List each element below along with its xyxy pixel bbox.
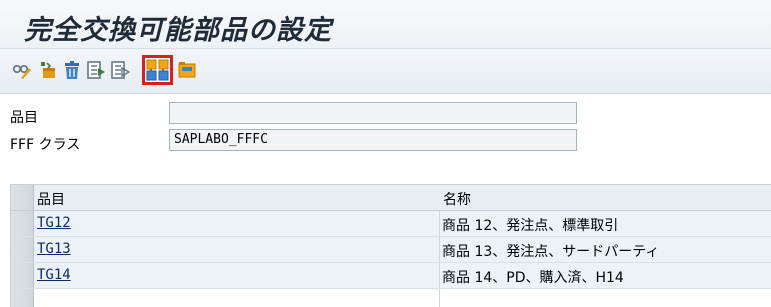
name-cell: 商品 12、発注点、標準取引 <box>440 211 771 236</box>
column-header-material[interactable]: 品目 <box>37 189 65 209</box>
table-row: TG14 商品 14、PD、購入済、H14 <box>11 263 771 289</box>
row-selector[interactable] <box>11 211 34 236</box>
display-change-icon[interactable] <box>12 60 32 80</box>
material-link[interactable]: TG12 <box>37 215 71 231</box>
material-cell: TG12 <box>34 211 440 236</box>
fff-class-input[interactable]: SAPLABO_FFFC <box>169 129 577 151</box>
table-row: TG13 商品 13、発注点、サードパーティ <box>11 237 771 263</box>
new-entries-icon[interactable] <box>38 60 58 80</box>
table-row: TG12 商品 12、発注点、標準取引 <box>11 211 771 237</box>
material-table: 品目 名称 TG12 商品 12、発注点、標準取引 TG13 商品 13、発注点… <box>10 184 771 307</box>
material-cell-empty[interactable] <box>34 289 440 307</box>
highlighted-toolbar-button[interactable] <box>142 55 173 85</box>
row-selector[interactable] <box>11 237 34 262</box>
material-label: 品目 <box>10 110 38 126</box>
column-header-name[interactable]: 名称 <box>443 189 471 209</box>
save-variant-icon[interactable] <box>177 60 197 80</box>
title-bar: 完全交換可能部品の設定 <box>0 0 771 49</box>
material-cell: TG13 <box>34 237 440 262</box>
application-toolbar <box>0 49 771 94</box>
row-selector[interactable] <box>11 289 34 307</box>
material-input[interactable] <box>169 102 577 124</box>
selection-form: 品目 FFF クラス SAPLABO_FFFC <box>0 94 771 178</box>
select-all-icon[interactable] <box>86 60 106 80</box>
fff-class-label: FFF クラス <box>10 137 81 153</box>
table-header: 品目 名称 <box>11 185 771 211</box>
material-name: 商品 14、PD、購入済、H14 <box>442 270 624 286</box>
deselect-icon[interactable] <box>110 60 130 80</box>
name-cell: 商品 14、PD、購入済、H14 <box>440 263 771 288</box>
page-title: 完全交換可能部品の設定 <box>24 15 332 46</box>
name-cell: 商品 13、発注点、サードパーティ <box>440 237 771 262</box>
name-cell-empty[interactable] <box>440 289 771 307</box>
empty-table-row <box>11 289 771 307</box>
material-cell: TG14 <box>34 263 440 288</box>
material-link[interactable]: TG14 <box>37 267 71 283</box>
row-selector[interactable] <box>11 263 34 288</box>
material-link[interactable]: TG13 <box>37 241 71 257</box>
delete-icon[interactable] <box>62 60 82 80</box>
select-all-rows-handle[interactable] <box>11 185 34 210</box>
material-name: 商品 12、発注点、標準取引 <box>442 218 619 234</box>
material-name: 商品 13、発注点、サードパーティ <box>442 244 660 260</box>
